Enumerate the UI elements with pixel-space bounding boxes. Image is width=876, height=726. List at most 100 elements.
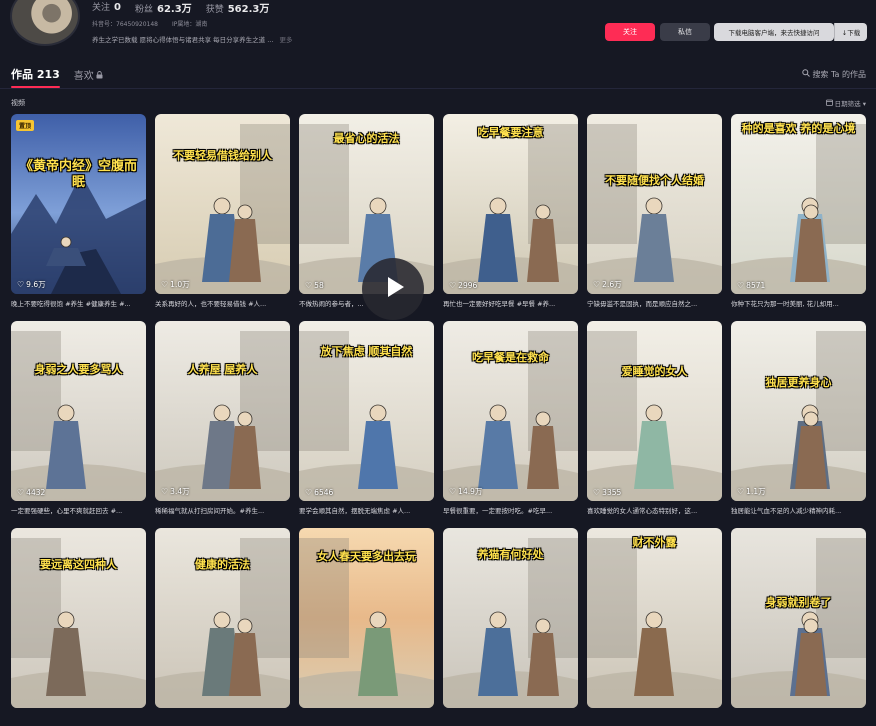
video-thumbnail[interactable]: 女人春天要多出去玩 [299, 528, 434, 708]
video-thumbnail[interactable]: 健康的活法 [155, 528, 290, 708]
stat-followers[interactable]: 粉丝 62.3万 [135, 0, 192, 15]
video-title[interactable]: 你种下花只为那一时美丽, 花儿却用... [731, 298, 866, 308]
thumbnail-caption: 不要轻易借钱给别人 [173, 149, 272, 162]
video-thumbnail[interactable]: 放下焦虑 顺其自然 ♡ 6546 [299, 321, 434, 501]
follow-button[interactable]: 关注 [605, 23, 655, 41]
like-count-value: 8571 [746, 281, 766, 290]
video-title[interactable]: 稀稀福气就从打扫房间开始。#养生... [155, 505, 290, 515]
thumbnail-caption: 养猫有何好处 [477, 548, 544, 561]
video-title[interactable]: 早餐很重要，一定要按时吃。#吃早... [443, 505, 578, 515]
video-thumbnail[interactable]: 身弱之人要多骂人 ♡ 4432 [11, 321, 146, 501]
thumbnail-caption: 不要随便找个人结婚 [605, 174, 704, 187]
play-button[interactable] [362, 258, 424, 320]
video-thumbnail[interactable]: 爱睡觉的女人 ♡ 3355 [587, 321, 722, 501]
like-count-value: 4432 [26, 488, 46, 497]
video-title[interactable]: 要学会顺其自然，摆脱无端焦虑 #人... [299, 505, 434, 515]
date-filter[interactable]: 日期筛选 ▾ [825, 98, 866, 108]
heart-icon: ♡ [305, 281, 313, 290]
like-count-value: 1.0万 [170, 280, 190, 289]
video-card[interactable]: 种的是喜欢 养的是心境 ♡ 8571 你种下花只为那一时美丽, 花儿却用... [731, 114, 866, 312]
video-card[interactable]: 养猫有何好处 [443, 528, 578, 726]
profile-avatar[interactable] [10, 0, 80, 46]
video-card[interactable]: 爱睡觉的女人 ♡ 3355 喜欢睡觉的女人通常心态特别好，这... [587, 321, 722, 519]
video-thumbnail[interactable]: 置顶 《黄帝内经》空腹而眠 ♡ 9.6万 [11, 114, 146, 294]
like-count-value: 3.4万 [170, 487, 190, 496]
download-button[interactable]: ↓下载 [834, 23, 867, 41]
heart-icon: ♡ [449, 281, 457, 290]
search-icon [802, 69, 813, 79]
like-count-value: 1.1万 [746, 487, 766, 496]
heart-icon: ♡ [161, 487, 169, 496]
like-count: ♡ 4432 [17, 488, 45, 497]
thumbnail-caption: 最省心的活法 [333, 132, 400, 145]
like-count: ♡ 1.0万 [161, 279, 190, 290]
profile-meta: 抖音号：76450920148 IP属地：湖南 [92, 19, 207, 28]
video-thumbnail[interactable]: 独居更养身心 ♡ 1.1万 [731, 321, 866, 501]
date-filter-label: 日期筛选 [834, 100, 861, 108]
video-card[interactable]: 身弱就别卷了 [731, 528, 866, 726]
video-card[interactable]: 不要随便找个人结婚 ♡ 2.6万宁缺毋滥不是固执，而是顺应自然之... [587, 114, 722, 312]
tab-likes[interactable]: 喜欢 [74, 67, 103, 88]
video-card[interactable]: 独居更养身心 ♡ 1.1万独居能让气血不足的人减少精神内耗... [731, 321, 866, 519]
video-card[interactable]: 身弱之人要多骂人 ♡ 4432 一定要强硬些，心里不爽就赶回去 #... [11, 321, 146, 519]
video-title[interactable]: 一定要强硬些，心里不爽就赶回去 #... [11, 505, 146, 515]
video-card[interactable]: 人养屋 屋养人 ♡ 3.4万稀稀福气就从打扫房间开始。#养生... [155, 321, 290, 519]
ip-location: IP属地：湖南 [172, 21, 208, 28]
thumbnail-caption: 财不外露 [632, 536, 677, 549]
video-title[interactable]: 宁缺毋滥不是固执，而是顺应自然之... [587, 298, 722, 308]
video-thumbnail[interactable]: 身弱就别卷了 [731, 528, 866, 708]
bio-more-link[interactable]: 更多 [279, 36, 292, 44]
video-title[interactable]: 晚上不要吃得很饱 #养生 #健康养生 #... [11, 298, 146, 308]
download-client-prompt[interactable]: 下载电脑客户端，来去快捷访问 [714, 23, 834, 41]
video-grid: 置顶 《黄帝内经》空腹而眠 ♡ 9.6万晚上不要吃得很饱 #养生 #健康养生 #...… [11, 114, 866, 726]
video-title[interactable]: 喜欢睡觉的女人通常心态特别好，这... [587, 505, 722, 515]
video-card[interactable]: 财不外露 [587, 528, 722, 726]
filter-video[interactable]: 视频 [11, 98, 25, 108]
video-card[interactable]: 女人春天要多出去玩 [299, 528, 434, 726]
video-thumbnail[interactable]: 养猫有何好处 [443, 528, 578, 708]
search-works[interactable]: 搜索 Ta 的作品 [802, 69, 866, 80]
thumbnail-illustration [587, 538, 722, 708]
video-thumbnail[interactable]: 财不外露 [587, 528, 722, 708]
like-count-value: 9.6万 [26, 280, 46, 289]
video-thumbnail[interactable]: 人养屋 屋养人 ♡ 3.4万 [155, 321, 290, 501]
video-title[interactable]: 独居能让气血不足的人减少精神内耗... [731, 505, 866, 515]
video-title[interactable]: 再忙也一定要好好吃早餐 #早餐 #养... [443, 298, 578, 308]
like-count-value: 14.9万 [458, 487, 483, 496]
pinned-badge: 置顶 [16, 120, 35, 131]
video-thumbnail[interactable]: 种的是喜欢 养的是心境 ♡ 8571 [731, 114, 866, 294]
video-card[interactable]: 置顶 《黄帝内经》空腹而眠 ♡ 9.6万晚上不要吃得很饱 #养生 #健康养生 #... [11, 114, 146, 312]
thumbnail-illustration [155, 331, 290, 501]
video-card[interactable]: 不要轻易借钱给别人 ♡ 1.0万关系再好的人，也不要轻易借钱 #人... [155, 114, 290, 312]
profile-stats: 关注 0 粉丝 62.3万 获赞 562.3万 [92, 0, 269, 15]
thumbnail-illustration [155, 538, 290, 708]
video-thumbnail[interactable]: 要远离这四种人 [11, 528, 146, 708]
heart-icon: ♡ [305, 488, 313, 497]
thumbnail-illustration [11, 538, 146, 708]
video-thumbnail[interactable]: 吃早餐要注意 ♡ 2996 [443, 114, 578, 294]
stat-following[interactable]: 关注 0 [92, 0, 121, 15]
tab-works[interactable]: 作品 213 [11, 66, 60, 88]
heart-icon: ♡ [737, 281, 745, 290]
heart-icon: ♡ [449, 487, 457, 496]
video-card[interactable]: 健康的活法 [155, 528, 290, 726]
video-thumbnail[interactable]: 吃早餐是在救命 ♡ 14.9万 [443, 321, 578, 501]
video-thumbnail[interactable]: 不要轻易借钱给别人 ♡ 1.0万 [155, 114, 290, 294]
heart-icon: ♡ [17, 280, 25, 289]
video-thumbnail[interactable]: 不要随便找个人结婚 ♡ 2.6万 [587, 114, 722, 294]
message-button[interactable]: 私信 [660, 23, 710, 41]
thumbnail-illustration [443, 331, 578, 501]
thumbnail-caption: 放下焦虑 顺其自然 [320, 345, 413, 358]
video-card[interactable]: 吃早餐是在救命 ♡ 14.9万早餐很重要，一定要按时吃。#吃早... [443, 321, 578, 519]
video-card[interactable]: 吃早餐要注意 ♡ 2996 再忙也一定要好好吃早餐 #早餐 #养... [443, 114, 578, 312]
thumbnail-illustration [731, 538, 866, 708]
thumbnail-caption: 身弱之人要多骂人 [34, 363, 123, 376]
thumbnail-caption: 爱睡觉的女人 [621, 365, 688, 378]
like-count: ♡ 2.6万 [593, 279, 622, 290]
thumbnail-illustration [443, 124, 578, 294]
thumbnail-illustration [155, 124, 290, 294]
like-count: ♡ 8571 [737, 281, 765, 290]
video-title[interactable]: 关系再好的人，也不要轻易借钱 #人... [155, 298, 290, 308]
video-card[interactable]: 放下焦虑 顺其自然 ♡ 6546 要学会顺其自然，摆脱无端焦虑 #人... [299, 321, 434, 519]
video-card[interactable]: 要远离这四种人 [11, 528, 146, 726]
